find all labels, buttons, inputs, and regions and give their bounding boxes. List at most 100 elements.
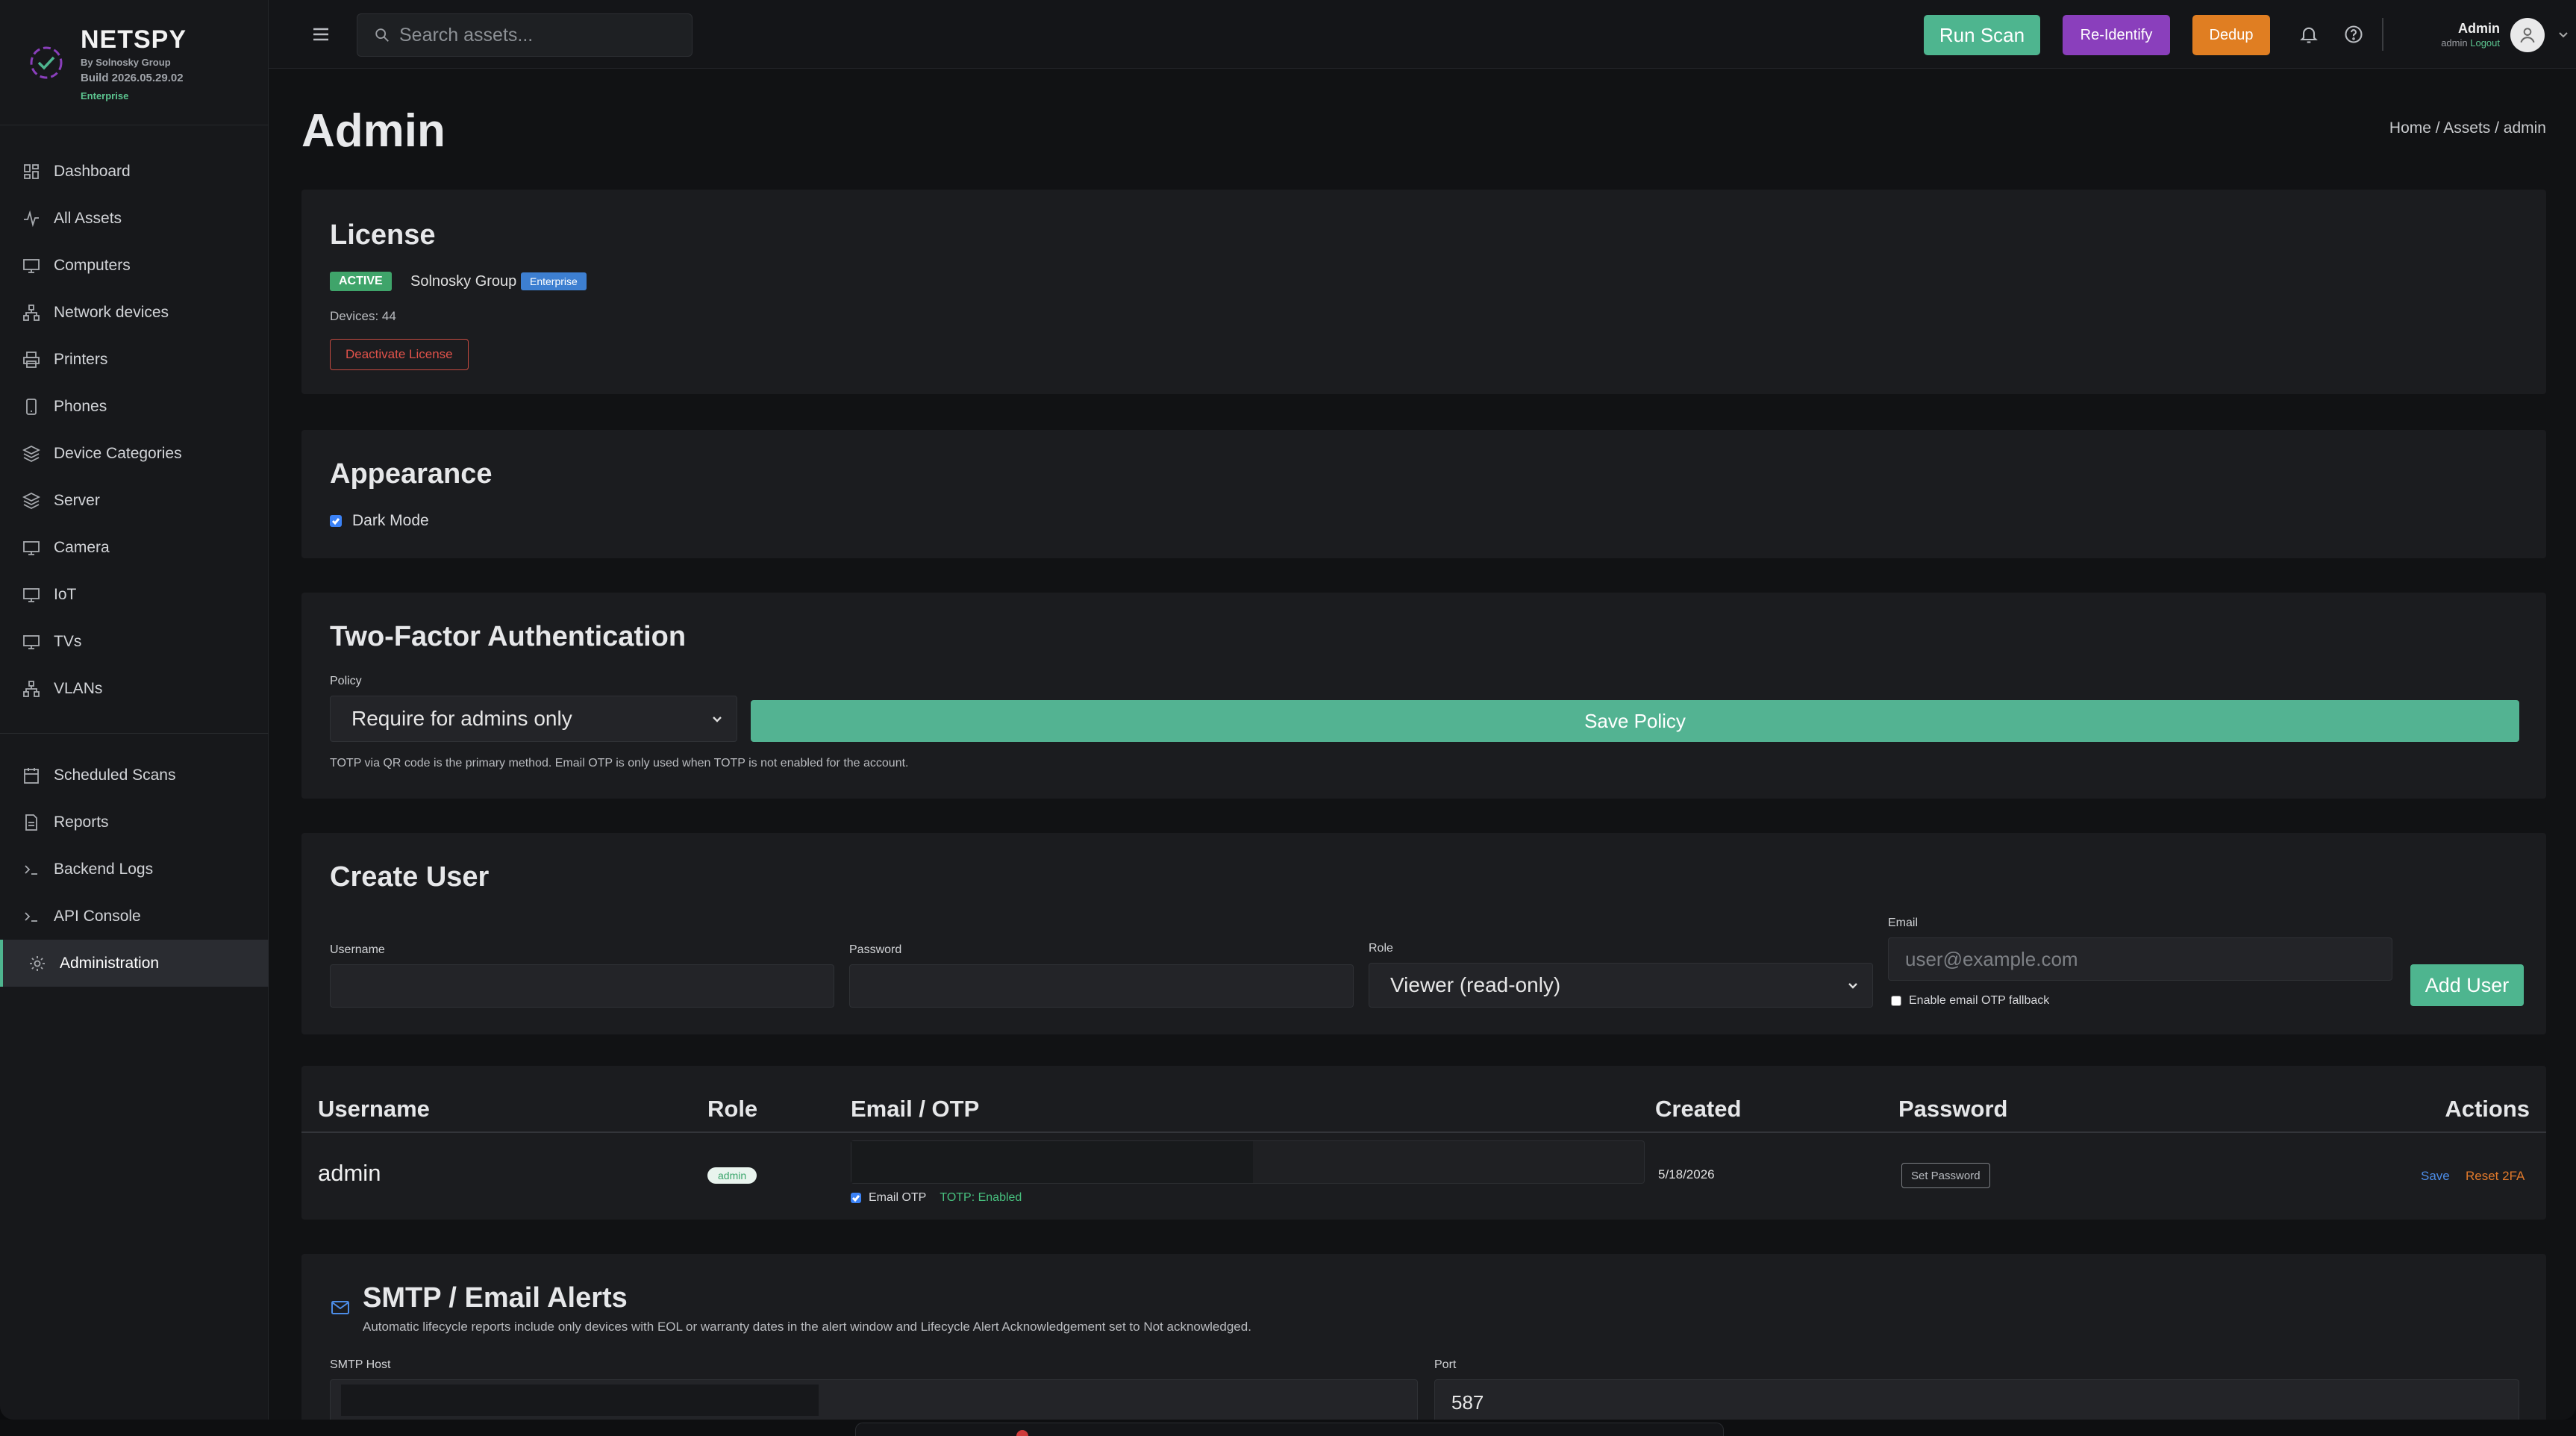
col-header-password: Password [1898, 1096, 2008, 1122]
brand-subtitle: By Solnosky Group [81, 57, 171, 68]
email-label: Email [1888, 917, 1919, 929]
row-email-field[interactable] [851, 1140, 1645, 1184]
smtp-description: Automatic lifecycle reports include only… [363, 1320, 1251, 1334]
save-policy-button[interactable]: Save Policy [751, 700, 2519, 742]
sidebar-item-label: Server [54, 491, 100, 509]
row-created: 5/18/2026 [1658, 1167, 1715, 1181]
sidebar-item-server[interactable]: Server [0, 477, 269, 524]
smtp-host-label: SMTP Host [330, 1358, 391, 1371]
sidebar-item-label: API Console [54, 907, 141, 925]
username-field[interactable] [330, 964, 834, 1008]
role-badge: admin [707, 1167, 757, 1184]
bell-icon[interactable] [2298, 24, 2319, 45]
user-role: admin [2441, 37, 2468, 49]
topbar: Run Scan Re-Identify Dedup Admin admin L… [269, 0, 2576, 69]
activity-icon [24, 210, 39, 227]
sidebar-item-computers[interactable]: Computers [0, 242, 269, 289]
menu-icon[interactable] [310, 24, 331, 45]
col-header-email-otp: Email / OTP [851, 1096, 980, 1122]
sidebar-item-iot[interactable]: IoT [0, 571, 269, 618]
username-label: Username [330, 943, 385, 956]
sidebar-item-tvs[interactable]: TVs [0, 618, 269, 665]
sidebar-item-scheduled-scans[interactable]: Scheduled Scans [0, 752, 269, 799]
smtp-heading: SMTP / Email Alerts [363, 1282, 628, 1314]
sidebar-item-phones[interactable]: Phones [0, 383, 269, 430]
sidebar-item-camera[interactable]: Camera [0, 524, 269, 571]
network-icon [23, 304, 40, 321]
help-icon[interactable] [2343, 24, 2364, 45]
sidebar-item-label: Printers [54, 350, 108, 368]
set-password-button[interactable]: Set Password [1901, 1163, 1990, 1188]
user-name: Admin [2458, 21, 2500, 36]
sidebar-item-network-devices[interactable]: Network devices [0, 289, 269, 336]
user-meta: admin Logout [2403, 37, 2500, 49]
sidebar-item-label: Scheduled Scans [54, 766, 176, 784]
chevron-down-icon[interactable] [2557, 28, 2570, 42]
layers-icon [22, 492, 40, 509]
appearance-heading: Appearance [330, 458, 493, 490]
dedup-button[interactable]: Dedup [2192, 15, 2270, 55]
otp-fallback-checkbox[interactable] [1891, 996, 1901, 1006]
check-icon [851, 1195, 860, 1202]
chevron-down-icon [713, 717, 722, 722]
users-table: Username Role Email / OTP Created Passwo… [301, 1066, 2546, 1220]
network-icon [23, 680, 40, 697]
sidebar-item-dashboard[interactable]: Dashboard [0, 148, 269, 195]
sidebar-item-label: Camera [54, 538, 110, 556]
email-otp-checkbox[interactable] [851, 1193, 861, 1203]
search-icon [375, 28, 389, 42]
smtp-port-field[interactable]: 587 [1434, 1379, 2519, 1420]
sidebar-item-backend-logs[interactable]: Backend Logs [0, 846, 269, 893]
email-otp-label: Email OTP [869, 1191, 927, 1204]
table-header-divider [301, 1131, 2546, 1133]
create-user-heading: Create User [330, 861, 490, 893]
deactivate-license-button[interactable]: Deactivate License [330, 339, 469, 370]
otp-fallback-row: Enable email OTP fallback [1891, 994, 2049, 1008]
layers-icon [22, 445, 40, 462]
col-header-role: Role [707, 1096, 758, 1122]
logout-link[interactable]: Logout [2470, 37, 2500, 49]
sidebar-item-administration[interactable]: Administration [0, 940, 269, 987]
sidebar-item-label: VLANs [54, 679, 103, 697]
sidebar-item-label: Reports [54, 813, 109, 831]
app-window: NETSPY By Solnosky Group Build 2026.05.2… [0, 0, 2576, 1420]
run-scan-button[interactable]: Run Scan [1924, 15, 2040, 55]
password-field[interactable] [849, 964, 1354, 1008]
sidebar-item-label: Backend Logs [54, 860, 154, 878]
sidebar: NETSPY By Solnosky Group Build 2026.05.2… [0, 0, 269, 1420]
user-icon [2520, 28, 2535, 43]
sidebar-item-reports[interactable]: Reports [0, 799, 269, 846]
sidebar-item-api-console[interactable]: API Console [0, 893, 269, 940]
row-save-link[interactable]: Save [2421, 1169, 2450, 1184]
appearance-card: Appearance Dark Mode [301, 430, 2546, 558]
sidebar-divider [0, 733, 269, 734]
dark-mode-checkbox[interactable] [330, 515, 342, 527]
smtp-host-field[interactable] [330, 1379, 1418, 1420]
page-title: Admin [301, 105, 446, 157]
brand-edition: Enterprise [81, 90, 129, 102]
sidebar-item-label: Network devices [54, 303, 169, 321]
policy-select[interactable]: Require for admins only [330, 696, 737, 742]
search-input[interactable] [399, 24, 683, 46]
col-header-username: Username [318, 1096, 430, 1122]
sidebar-item-label: Computers [54, 256, 131, 274]
sidebar-item-label: TVs [54, 632, 82, 650]
sidebar-item-vlans[interactable]: VLANs [0, 665, 269, 712]
license-heading: License [330, 219, 436, 251]
smtp-port-value: 587 [1451, 1390, 1484, 1414]
dock-edge [855, 1423, 1724, 1436]
sidebar-item-all-assets[interactable]: All Assets [0, 195, 269, 242]
reset-2fa-link[interactable]: Reset 2FA [2466, 1169, 2525, 1184]
email-field[interactable]: user@example.com [1888, 937, 2392, 981]
smtp-host-field-inner [341, 1385, 819, 1416]
policy-select-value: Require for admins only [351, 707, 572, 730]
monitor-icon [23, 540, 40, 555]
role-select[interactable]: Viewer (read-only) [1369, 963, 1873, 1008]
add-user-button[interactable]: Add User [2410, 964, 2524, 1006]
license-org: Solnosky Group [410, 273, 517, 290]
sidebar-item-device-categories[interactable]: Device Categories [0, 430, 269, 477]
totp-status: TOTP: Enabled [940, 1191, 1022, 1204]
reidentify-button[interactable]: Re-Identify [2063, 15, 2170, 55]
sidebar-item-printers[interactable]: Printers [0, 336, 269, 383]
avatar[interactable] [2510, 18, 2545, 52]
